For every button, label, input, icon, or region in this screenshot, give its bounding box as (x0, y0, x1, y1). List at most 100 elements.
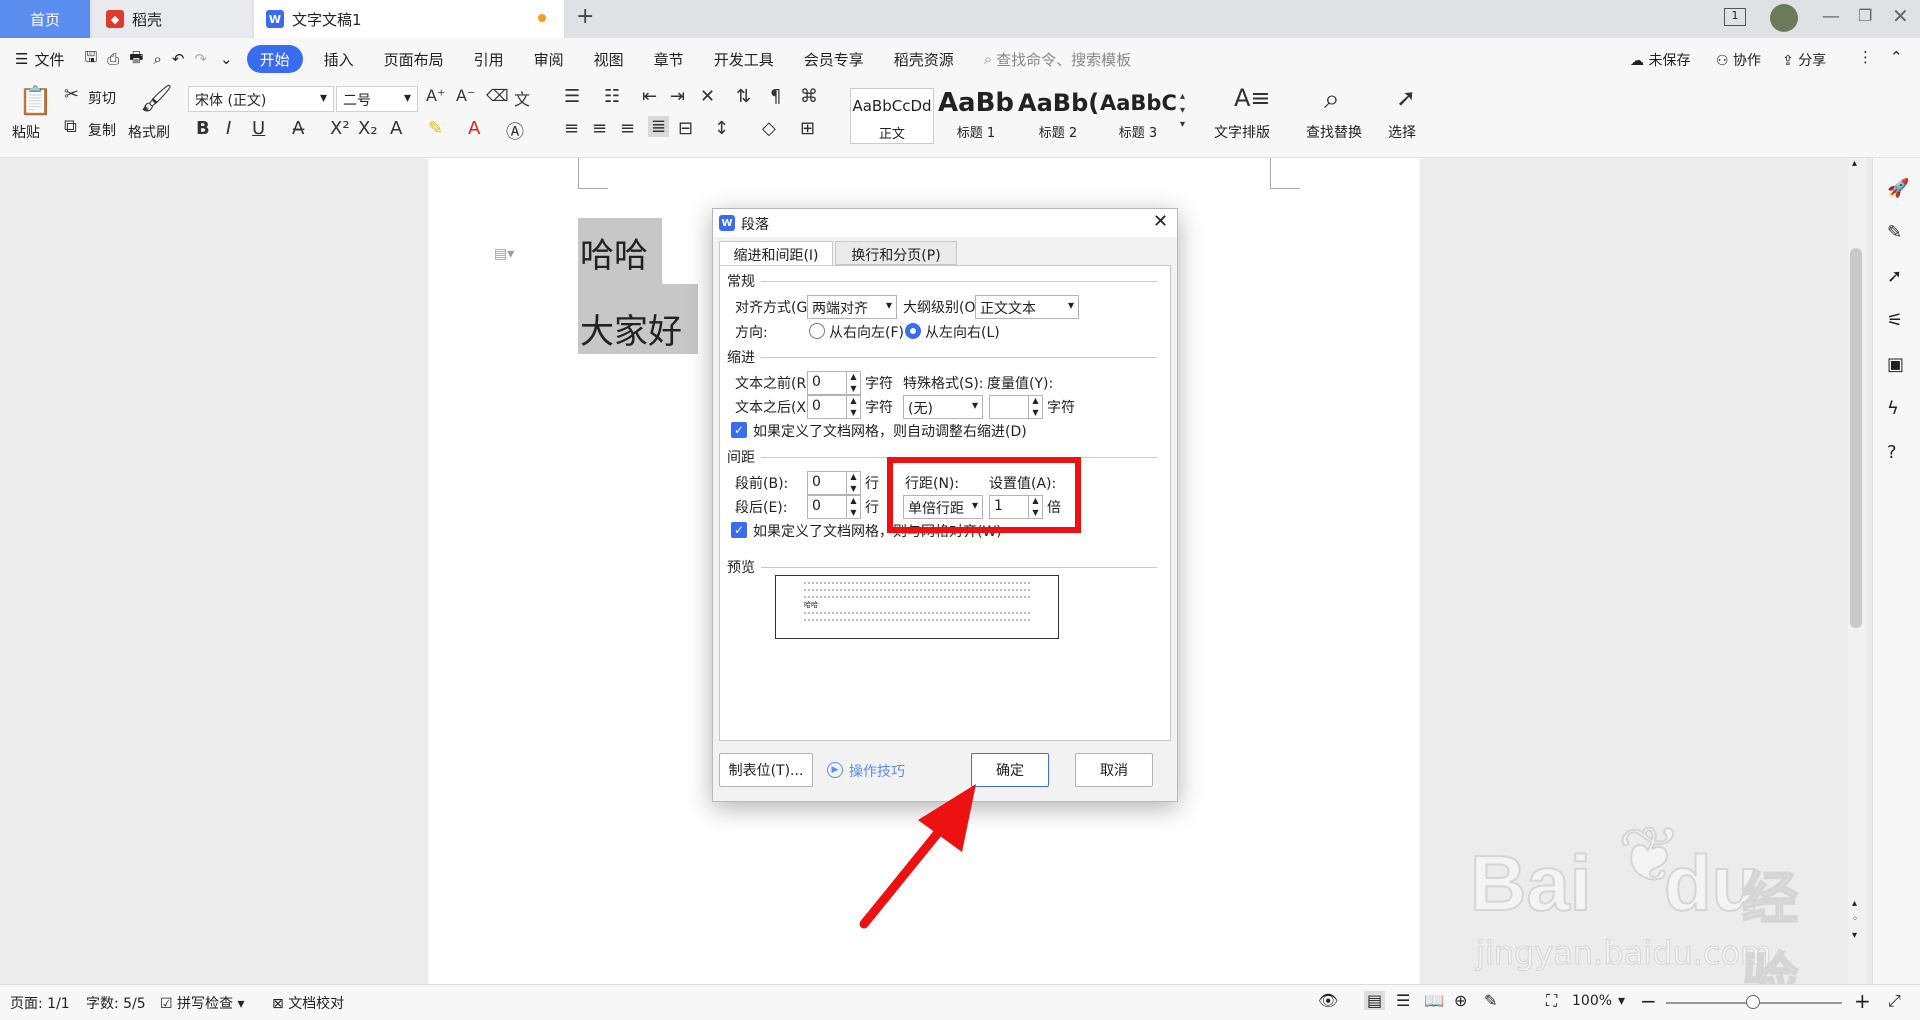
measure-unit[interactable]: 字符 (1047, 397, 1075, 417)
text-layout-button[interactable]: 文字排版 (1214, 122, 1270, 142)
share-button[interactable]: ⇪ 分享 (1782, 50, 1826, 70)
highlight-icon[interactable]: ✎ (428, 118, 443, 139)
show-marks-icon[interactable]: ¶ (770, 86, 781, 107)
indent-after-input[interactable]: 0 ▲ ▼ (807, 395, 861, 419)
text-effect-icon[interactable]: A (390, 118, 402, 139)
copy-button[interactable]: 复制 (88, 120, 116, 140)
snap-grid-checkbox[interactable]: ✓ (731, 522, 747, 538)
increase-indent-icon[interactable]: ⇥ (670, 86, 685, 107)
space-after-unit[interactable]: 行 (865, 497, 879, 517)
font-family-select[interactable]: 宋体 (正文) ▾ (188, 86, 334, 112)
menu-developer[interactable]: 开发工具 (699, 38, 789, 80)
undo-icon[interactable]: ↶ (172, 50, 185, 68)
web-view-icon[interactable]: ⊕ (1454, 991, 1467, 1010)
spinner-icon[interactable]: ▲ ▼ (846, 371, 860, 395)
font-size-select[interactable]: 二号 ▾ (336, 86, 418, 112)
tab-home[interactable]: 首页 (0, 0, 90, 38)
minimize-icon[interactable]: — (1822, 6, 1840, 27)
italic-icon[interactable]: I (226, 118, 231, 139)
save-icon[interactable]: 🖫 (84, 47, 97, 72)
format-painter-button[interactable]: 格式刷 (128, 122, 170, 142)
bold-icon[interactable]: B (196, 118, 210, 139)
line-spacing-icon[interactable]: ↕ (714, 118, 729, 139)
auto-adjust-checkbox[interactable]: ✓ (731, 422, 747, 438)
zoom-in-icon[interactable]: + (1854, 989, 1871, 1013)
rocket-icon[interactable]: 🚀 (1887, 178, 1909, 199)
more-dropdown-icon[interactable]: ⌄ (220, 50, 233, 68)
file-menu[interactable]: ☰ 文件 (0, 38, 79, 80)
styles-more-icon[interactable]: ▴ ▾ ▾ (1180, 90, 1185, 132)
distributed-icon[interactable]: ⊟ (678, 118, 693, 139)
style-heading3[interactable]: AaBbC 标题 3 (1100, 88, 1176, 144)
outline-select[interactable]: 正文文本 (975, 295, 1079, 319)
cut-button[interactable]: 剪切 (88, 88, 116, 108)
new-tab-button[interactable]: + (576, 4, 594, 29)
align-left-icon[interactable]: ≡ (564, 118, 579, 139)
write-view-icon[interactable]: ✎ (1484, 991, 1497, 1010)
paste-icon[interactable]: 📋 (18, 84, 53, 117)
special-format-select[interactable]: (无) (903, 395, 983, 419)
scroll-page-icon[interactable]: ▴ ◦ ▾ (1852, 896, 1858, 944)
cancel-button[interactable]: 取消 (1075, 753, 1153, 787)
read-view-icon[interactable]: 📖 (1424, 991, 1444, 1010)
print-icon[interactable]: 🖶 (129, 47, 143, 72)
image-icon[interactable]: ▣ (1887, 354, 1904, 375)
pen-icon[interactable]: ✎ (1887, 222, 1902, 243)
indent-before-input[interactable]: 0 ▲ ▼ (807, 371, 861, 395)
align-center-icon[interactable]: ≡ (592, 118, 607, 139)
indent-unit[interactable]: 字符 (865, 397, 893, 417)
zoom-slider-thumb[interactable] (1746, 995, 1760, 1009)
avatar[interactable] (1770, 4, 1798, 32)
collab-button[interactable]: ⚇ 协作 (1716, 50, 1761, 70)
collapse-ribbon-icon[interactable]: ⌃ (1890, 48, 1903, 66)
clear-format-icon[interactable]: ⌫ (486, 86, 509, 105)
char-border-icon[interactable]: Ⓐ (506, 118, 524, 144)
pointer-icon[interactable]: ➚ (1887, 266, 1902, 287)
fullscreen-icon[interactable]: ⤢ (1888, 991, 1901, 1011)
zoom-dropdown-icon[interactable]: ▾ (1618, 993, 1625, 1009)
doc-line-1[interactable]: 哈哈 (580, 228, 648, 277)
dialog-close-icon[interactable]: ✕ (1153, 211, 1168, 232)
lightning-icon[interactable]: ϟ (1887, 398, 1899, 419)
bullet-list-icon[interactable]: ☰ (564, 86, 580, 107)
unsaved-status[interactable]: ☁ 未保存 (1630, 50, 1690, 70)
zoom-level[interactable]: 100% (1572, 993, 1612, 1009)
tab-line-page-breaks[interactable]: 换行和分页(P) (835, 241, 957, 265)
outline-view-icon[interactable]: ☰ (1396, 991, 1410, 1010)
export-icon[interactable]: ⎙ (107, 50, 119, 68)
menu-page-layout[interactable]: 页面布局 (369, 38, 459, 80)
style-heading2[interactable]: AaBb( 标题 2 (1018, 88, 1098, 144)
menu-start[interactable]: 开始 (246, 45, 303, 73)
paragraph-handle-icon[interactable]: ▤▾ (494, 246, 514, 262)
tab-document[interactable]: W 文字文稿1 (254, 0, 564, 38)
page-view-icon[interactable]: ▤ (1364, 991, 1386, 1010)
indent-unit[interactable]: 字符 (865, 373, 893, 393)
sort-icon[interactable]: ⇅ (736, 86, 751, 107)
redo-icon[interactable]: ↷ (194, 50, 207, 68)
font-color-icon[interactable]: A (468, 118, 480, 139)
eye-icon[interactable]: 👁 (1318, 991, 1338, 1010)
command-search[interactable]: ⌕ 查找命令、搜索模板 (969, 38, 1146, 80)
spinner-icon[interactable]: ▲ ▼ (846, 395, 860, 419)
menu-insert[interactable]: 插入 (309, 38, 369, 80)
space-before-unit[interactable]: 行 (865, 473, 879, 493)
menu-member[interactable]: 会员专享 (789, 38, 879, 80)
help-icon[interactable]: ? (1887, 442, 1897, 463)
scrollbar-thumb[interactable] (1850, 248, 1862, 628)
doc-line-2[interactable]: 大家好 (580, 304, 682, 353)
rtl-radio[interactable] (809, 323, 825, 339)
close-window-icon[interactable]: ✕ (1892, 4, 1909, 28)
style-heading1[interactable]: AaBb 标题 1 (936, 88, 1016, 144)
scroll-up-icon[interactable]: ▴ (1852, 158, 1857, 169)
numbered-list-icon[interactable]: ☷ (604, 86, 620, 107)
menu-section[interactable]: 章节 (639, 38, 699, 80)
window-count-icon[interactable]: 1 (1724, 8, 1746, 26)
superscript-icon[interactable]: X² (330, 118, 350, 139)
grow-font-icon[interactable]: A⁺ (426, 86, 445, 105)
style-normal[interactable]: AaBbCcDd 正文 (850, 88, 934, 144)
restore-icon[interactable]: ❐ (1858, 6, 1872, 25)
hidden-marks-icon[interactable]: ⌘ (800, 86, 818, 107)
align-right-icon[interactable]: ≡ (620, 118, 635, 139)
space-after-input[interactable]: 0 ▲ ▼ (807, 495, 861, 519)
shrink-font-icon[interactable]: A⁻ (456, 86, 475, 105)
